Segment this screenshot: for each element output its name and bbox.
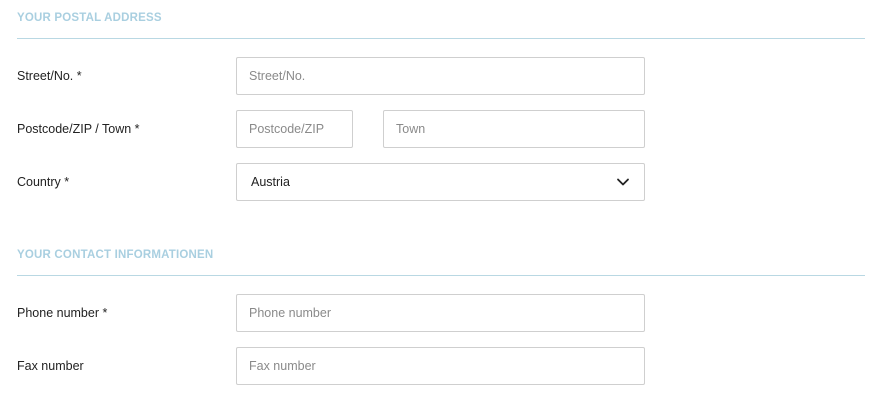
- phone-label: Phone number *: [17, 306, 108, 320]
- country-select-value: Austria: [251, 175, 290, 189]
- town-input[interactable]: [383, 110, 645, 148]
- phone-input[interactable]: [236, 294, 645, 332]
- country-select[interactable]: Austria: [236, 163, 645, 201]
- street-label: Street/No. *: [17, 69, 82, 83]
- fax-input[interactable]: [236, 347, 645, 385]
- contact-info-divider: [17, 275, 865, 276]
- country-label: Country *: [17, 175, 70, 189]
- postal-address-heading: YOUR POSTAL ADDRESS: [17, 12, 162, 24]
- street-input[interactable]: [236, 57, 645, 95]
- postcode-town-label: Postcode/ZIP / Town *: [17, 122, 140, 136]
- chevron-down-icon: [617, 178, 629, 186]
- fax-label: Fax number: [17, 359, 84, 373]
- contact-info-heading: YOUR CONTACT INFORMATIONEN: [17, 249, 214, 261]
- postcode-input[interactable]: [236, 110, 353, 148]
- postal-address-divider: [17, 38, 865, 39]
